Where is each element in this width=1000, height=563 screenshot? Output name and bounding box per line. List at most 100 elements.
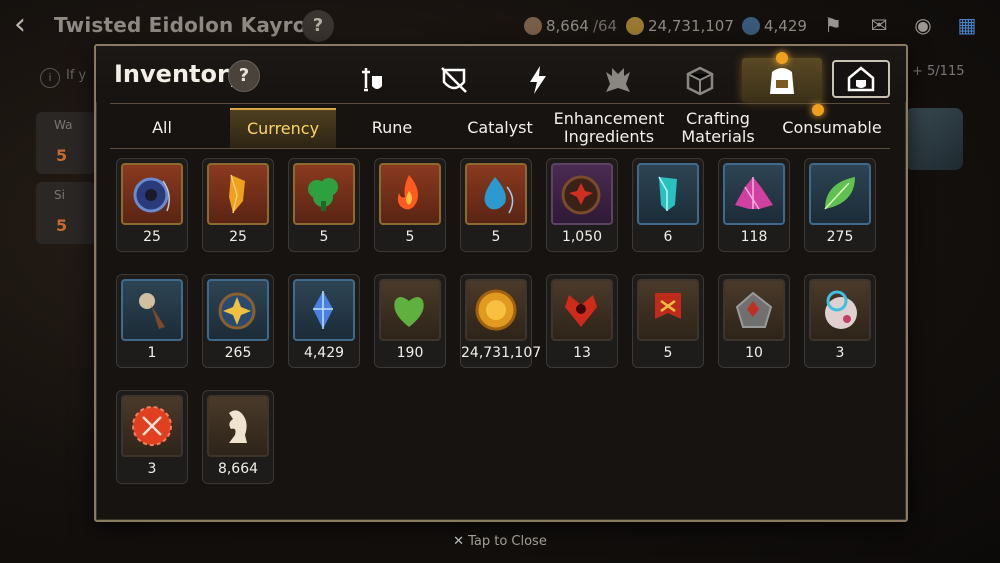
item-quantity: 5 xyxy=(405,229,415,245)
inventory-item[interactable]: 5 xyxy=(632,274,704,368)
item-quantity: 8,664 xyxy=(217,461,259,477)
fire-medal-icon xyxy=(397,175,418,210)
catalyst-lightning-icon[interactable] xyxy=(518,60,558,100)
pink-crystal-cluster-icon xyxy=(735,177,773,210)
gold-coin-icon xyxy=(475,289,517,331)
inventory-item[interactable]: 118 xyxy=(718,158,790,252)
item-quantity: 25 xyxy=(229,229,247,245)
character-title: Twisted Eidolon Kayron xyxy=(54,13,322,37)
side-card-number: 5 xyxy=(56,216,68,235)
close-icon: ✕ xyxy=(453,534,465,549)
help-button[interactable]: ? xyxy=(228,60,260,92)
house-icon[interactable] xyxy=(832,60,890,98)
menu-grid-icon[interactable]: ▦ xyxy=(952,12,982,38)
inventory-item[interactable]: 1 xyxy=(116,274,188,368)
tab-currency[interactable]: Currency xyxy=(230,108,336,148)
item-quantity: 24,731,107 xyxy=(461,345,542,361)
green-medal-icon xyxy=(308,178,338,211)
item-frame xyxy=(207,279,269,341)
item-frame xyxy=(121,395,183,457)
side-card: Si 5 xyxy=(36,182,96,244)
item-frame xyxy=(293,279,355,341)
tab-catalyst[interactable]: Catalyst xyxy=(450,108,550,148)
banner-icon xyxy=(655,293,681,319)
inventory-item[interactable]: 8,664 xyxy=(202,390,274,484)
inventory-item[interactable]: 5 xyxy=(460,158,532,252)
slot-count: + 5/115 xyxy=(912,64,965,79)
pendant-icon xyxy=(139,293,165,329)
water-medal-icon xyxy=(484,177,514,214)
gold-value: 24,731,107 xyxy=(648,17,734,35)
gold-resource: 24,731,107 xyxy=(626,16,734,36)
tap-to-close[interactable]: ✕ Tap to Close xyxy=(0,534,1000,549)
item-frame xyxy=(379,163,441,225)
item-frame xyxy=(465,279,527,341)
item-quantity: 3 xyxy=(835,345,845,361)
stamina-max: /64 xyxy=(592,17,618,35)
info-text: If y xyxy=(66,68,87,83)
skystone-resource: 4,429 xyxy=(742,16,807,36)
item-frame xyxy=(207,163,269,225)
friends-icon[interactable]: ⚑ xyxy=(818,12,848,38)
inventory-item[interactable]: 25 xyxy=(116,158,188,252)
chess-knight-icon xyxy=(229,410,247,443)
header-divider xyxy=(110,103,890,104)
material-box-icon[interactable] xyxy=(680,60,720,100)
hero-portrait xyxy=(905,108,963,170)
item-quantity: 265 xyxy=(224,345,252,361)
chat-icon[interactable]: ◉ xyxy=(908,12,938,38)
gold-icon xyxy=(626,17,644,35)
red-bottlecap-icon xyxy=(132,406,172,446)
green-heart-icon xyxy=(394,297,424,327)
tab-divider xyxy=(110,148,890,149)
item-quantity: 1 xyxy=(147,345,157,361)
skystone-icon xyxy=(313,291,333,329)
tab-bar: All Currency Rune Catalyst Enhancement I… xyxy=(110,108,890,148)
tab-enhancement-ingredients[interactable]: Enhancement Ingredients xyxy=(554,108,665,148)
skystone-value: 4,429 xyxy=(764,17,807,35)
back-arrow-icon[interactable]: ‹ xyxy=(14,10,44,40)
inventory-item[interactable]: 190 xyxy=(374,274,446,368)
tab-rune[interactable]: Rune xyxy=(342,108,442,148)
inventory-item[interactable]: 4,429 xyxy=(288,274,360,368)
tab-consumable[interactable]: Consumable xyxy=(774,108,890,148)
inventory-item[interactable]: 6 xyxy=(632,158,704,252)
item-frame xyxy=(551,279,613,341)
red-wings-emblem-icon xyxy=(565,295,597,327)
inventory-item[interactable]: 13 xyxy=(546,274,618,368)
inventory-item[interactable]: 3 xyxy=(116,390,188,484)
equipment-icon[interactable] xyxy=(352,60,392,100)
tab-all[interactable]: All xyxy=(110,108,214,148)
inventory-bag-icon[interactable] xyxy=(742,58,822,102)
tab-crafting-materials[interactable]: Crafting Materials xyxy=(666,108,770,148)
item-frame xyxy=(207,395,269,457)
side-card-number: 5 xyxy=(56,146,68,165)
inventory-item[interactable]: 24,731,107 xyxy=(460,274,542,368)
item-quantity: 3 xyxy=(147,461,157,477)
potion-orb-icon xyxy=(825,290,857,329)
stamina-value: 8,664 xyxy=(546,17,589,35)
inventory-item[interactable]: 1,050 xyxy=(546,158,618,252)
item-frame xyxy=(293,163,355,225)
item-quantity: 25 xyxy=(143,229,161,245)
inventory-item[interactable]: 3 xyxy=(804,274,876,368)
inventory-item[interactable]: 265 xyxy=(202,274,274,368)
item-frame xyxy=(121,279,183,341)
inventory-item[interactable]: 5 xyxy=(374,158,446,252)
blue-medal-icon xyxy=(133,177,170,213)
gold-crystal-icon xyxy=(229,174,245,214)
monster-icon[interactable] xyxy=(598,60,638,100)
mail-icon[interactable]: ✉ xyxy=(864,12,894,38)
item-frame xyxy=(379,279,441,341)
item-quantity: 1,050 xyxy=(561,229,603,245)
inventory-item[interactable]: 10 xyxy=(718,274,790,368)
help-icon[interactable]: ? xyxy=(302,10,334,42)
item-quantity: 6 xyxy=(663,229,673,245)
item-frame xyxy=(637,279,699,341)
inventory-item[interactable]: 5 xyxy=(288,158,360,252)
inventory-item[interactable]: 25 xyxy=(202,158,274,252)
star-medal-icon xyxy=(218,292,256,330)
artifact-icon[interactable] xyxy=(434,60,474,100)
inventory-item[interactable]: 275 xyxy=(804,158,876,252)
item-quantity: 5 xyxy=(663,345,673,361)
